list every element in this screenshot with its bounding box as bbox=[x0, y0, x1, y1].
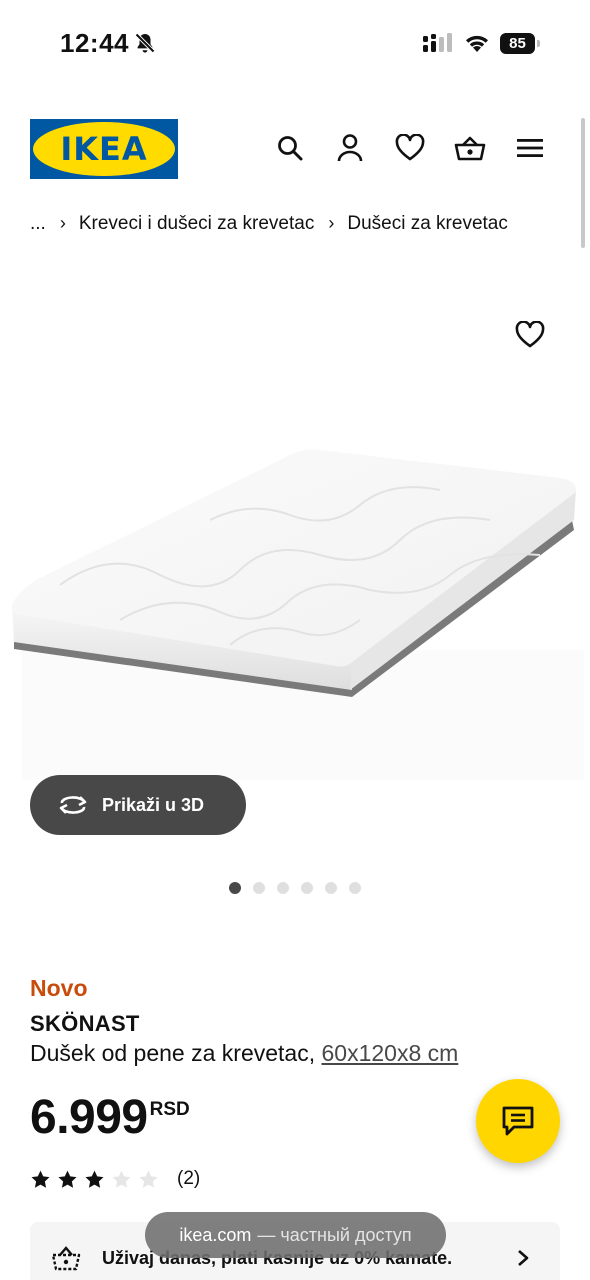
chevron-right-icon bbox=[518, 1250, 529, 1266]
product-name: SKÖNAST bbox=[30, 1011, 140, 1036]
breadcrumb: ... › Kreveci i dušeci za krevetac › Duš… bbox=[30, 213, 508, 235]
product-price: 6.999 RSD bbox=[30, 1090, 190, 1146]
breadcrumb-ellipsis[interactable]: ... bbox=[30, 213, 46, 235]
chevron-right-icon: › bbox=[59, 212, 66, 233]
star-filled-icon bbox=[31, 1170, 50, 1188]
product-rating[interactable]: (2) bbox=[30, 1168, 200, 1190]
logo-text: IKEA bbox=[60, 130, 147, 168]
pagination-dot[interactable] bbox=[229, 882, 241, 894]
rating-count[interactable]: (2) bbox=[177, 1168, 200, 1190]
ikea-logo[interactable]: IKEA bbox=[30, 119, 178, 179]
chat-button[interactable] bbox=[476, 1079, 560, 1163]
pagination-dot[interactable] bbox=[253, 882, 265, 894]
breadcrumb-item-cribs[interactable]: Kreveci i dušeci za krevetac bbox=[79, 213, 315, 235]
product-size-link[interactable]: 60x120x8 cm bbox=[322, 1040, 459, 1066]
star-filled-icon bbox=[85, 1170, 104, 1188]
breadcrumb-item-crib-mattresses[interactable]: Dušeci za krevetac bbox=[347, 213, 508, 235]
signal-icon bbox=[423, 33, 452, 52]
view-3d-button[interactable]: Prikaži u 3D bbox=[30, 775, 246, 835]
pagination-dot[interactable] bbox=[349, 882, 361, 894]
mattress-image bbox=[11, 449, 584, 780]
product-description: Dušek od pene za krevetac, 60x120x8 cm bbox=[30, 1040, 458, 1067]
star-empty-icon bbox=[139, 1170, 158, 1188]
battery-icon: 85 bbox=[500, 33, 540, 54]
chat-icon bbox=[502, 1106, 534, 1136]
product-type: Dušek od pene za krevetac, bbox=[30, 1040, 316, 1066]
star-filled-icon bbox=[58, 1170, 77, 1188]
search-icon[interactable] bbox=[273, 131, 307, 165]
view-3d-label: Prikaži u 3D bbox=[102, 794, 205, 815]
menu-icon[interactable] bbox=[513, 131, 547, 165]
heart-icon[interactable] bbox=[393, 131, 427, 165]
image-pagination bbox=[229, 882, 373, 894]
price-currency: RSD bbox=[149, 1099, 190, 1120]
chevron-right-icon: › bbox=[328, 212, 335, 233]
status-time: 12:44 bbox=[60, 28, 129, 58]
toast-domain: ikea.com bbox=[179, 1224, 252, 1245]
battery-tip bbox=[537, 40, 540, 47]
bell-slash-icon bbox=[135, 33, 155, 53]
battery-level: 85 bbox=[500, 33, 535, 54]
user-icon[interactable] bbox=[333, 131, 367, 165]
price-value: 6.999 bbox=[30, 1091, 148, 1144]
ikea-logo-graphic: IKEA bbox=[30, 119, 178, 179]
pagination-dot[interactable] bbox=[325, 882, 337, 894]
pagination-dot[interactable] bbox=[301, 882, 313, 894]
private-browsing-toast: ikea.com — частный доступ bbox=[145, 1212, 446, 1258]
scrollbar[interactable] bbox=[581, 118, 585, 248]
add-to-favorites-icon[interactable] bbox=[512, 317, 548, 353]
rotate-3d-icon bbox=[59, 796, 87, 814]
toast-suffix: — частный доступ bbox=[257, 1224, 412, 1245]
new-badge: Novo bbox=[30, 975, 88, 1001]
basket-icon[interactable] bbox=[453, 131, 487, 165]
status-bar: 12:44 85 bbox=[0, 0, 590, 88]
star-empty-icon bbox=[112, 1170, 131, 1188]
pagination-dot[interactable] bbox=[277, 882, 289, 894]
product-image[interactable] bbox=[0, 270, 590, 790]
basket-percent-icon bbox=[51, 1246, 81, 1271]
wifi-icon bbox=[466, 35, 488, 52]
